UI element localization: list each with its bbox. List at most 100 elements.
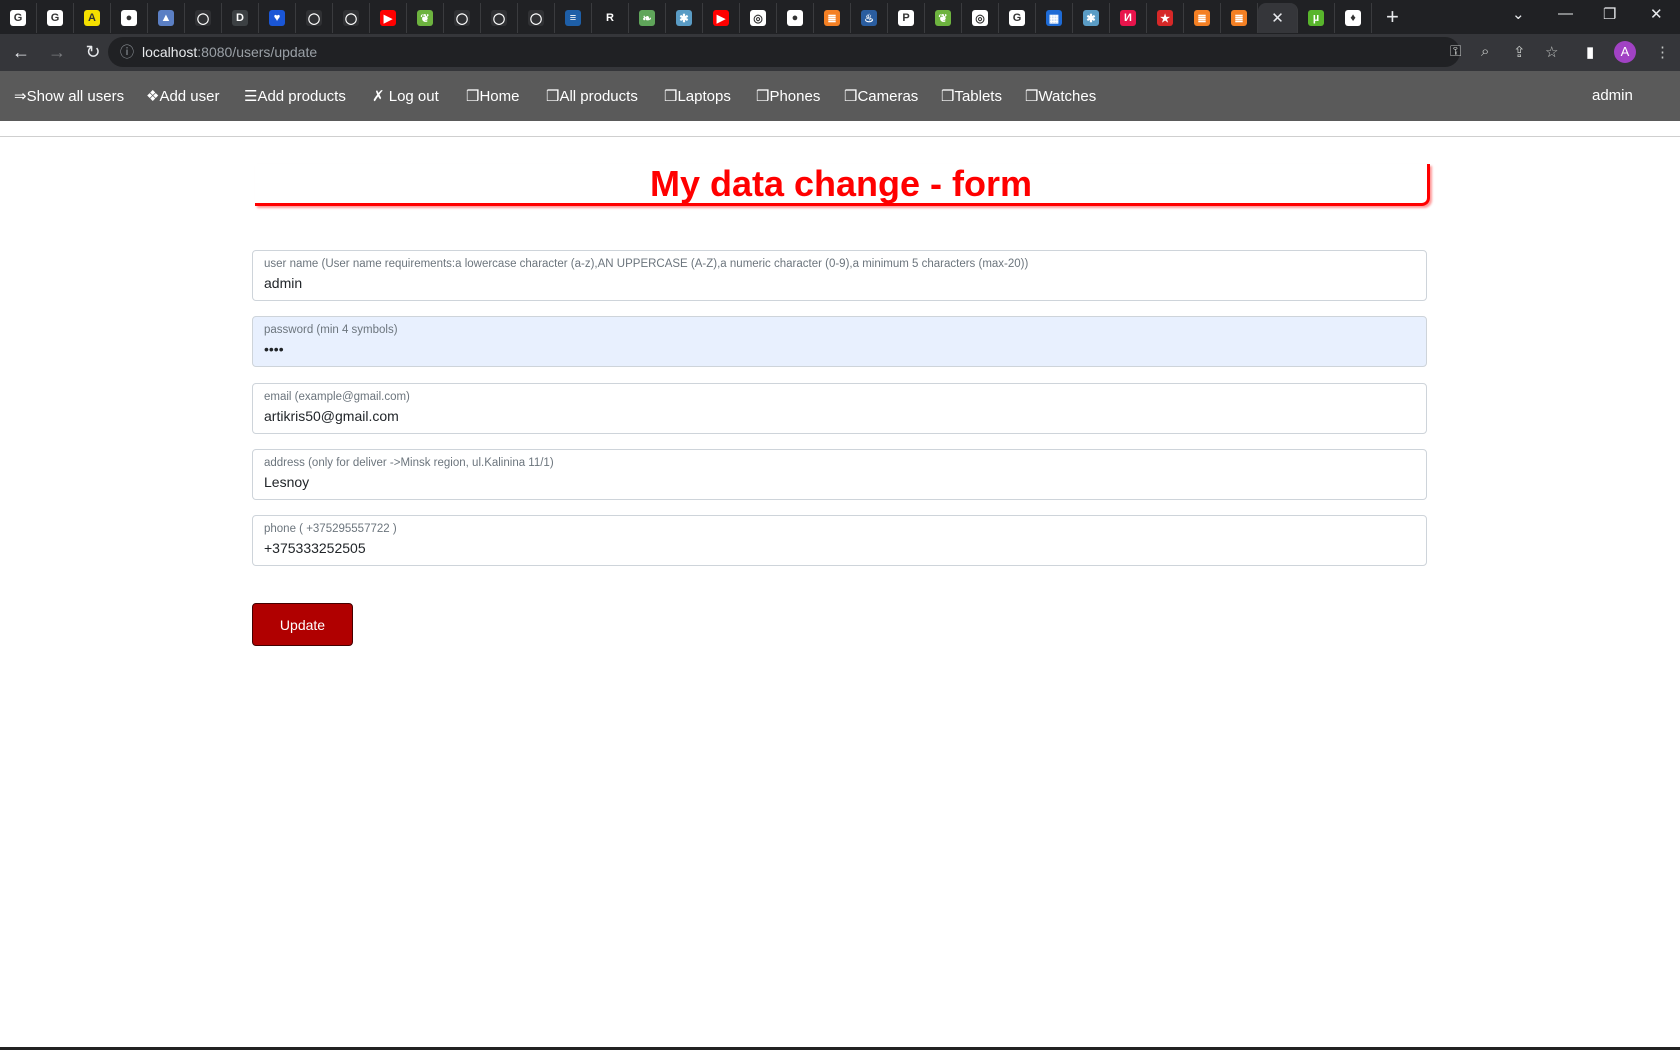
nav-phones[interactable]: ❒Phones [756, 87, 820, 105]
close-tab-icon[interactable]: ✕ [1271, 9, 1284, 27]
browser-tab[interactable]: ♥ [259, 3, 296, 33]
browser-tab[interactable]: ♨ [851, 3, 888, 33]
side-panel-icon[interactable]: ▮ [1586, 43, 1594, 61]
profile-avatar[interactable]: A [1614, 41, 1636, 63]
stackoverflow-icon: ≣ [824, 10, 840, 26]
spring-icon: ❦ [935, 10, 951, 26]
close-window-button[interactable]: ✕ [1650, 5, 1663, 23]
browser-tab[interactable]: ✱ [666, 3, 703, 33]
browser-tab[interactable]: ◎ [962, 3, 999, 33]
phone-input[interactable] [264, 540, 1415, 556]
nav-log-out[interactable]: ✗ Log out [372, 87, 439, 105]
browser-tab[interactable]: G [999, 3, 1036, 33]
tab-search-icon[interactable]: ⌄ [1512, 5, 1525, 23]
browser-tab[interactable]: R [592, 3, 629, 33]
browser-tab[interactable]: ▶ [703, 3, 740, 33]
youtube-icon: ▶ [713, 10, 729, 26]
browser-tab[interactable]: ❦ [925, 3, 962, 33]
chrome-icon: ◎ [972, 10, 988, 26]
github-icon: ◯ [454, 10, 470, 26]
menu-icon[interactable]: ⋮ [1655, 43, 1670, 61]
password-input[interactable] [264, 341, 1415, 357]
url-path: :8080/users/update [197, 44, 318, 60]
browser-tab[interactable]: ◯ [333, 3, 370, 33]
browser-tab[interactable]: ≣ [1184, 3, 1221, 33]
nav-all-products[interactable]: ❒All products [546, 87, 638, 105]
browser-tab[interactable]: ▦ [1036, 3, 1073, 33]
new-tab-button[interactable]: + [1386, 4, 1399, 30]
flame-icon: ♦ [1345, 10, 1361, 26]
browser-tab[interactable]: A [74, 3, 111, 33]
bookmark-star-icon[interactable]: ☆ [1545, 43, 1558, 61]
key-icon[interactable]: ⚿ [1450, 43, 1461, 60]
d-logo-icon: D [232, 10, 248, 26]
nav-laptops[interactable]: ❒Laptops [664, 87, 731, 105]
share-icon[interactable]: ⇪ [1513, 43, 1526, 61]
reload-button[interactable]: ↻ [78, 42, 108, 63]
heart-icon: ♥ [269, 10, 285, 26]
restore-button[interactable]: ❐ [1603, 5, 1616, 23]
nav-tablets[interactable]: ❒Tablets [941, 87, 1002, 105]
forward-button[interactable]: → [42, 42, 72, 63]
stackoverflow-icon: ≣ [1231, 10, 1247, 26]
browser-tab[interactable]: ● [111, 3, 148, 33]
nav-watches[interactable]: ❒Watches [1025, 87, 1096, 105]
nav-user-admin[interactable]: admin [1592, 87, 1633, 104]
browser-tab[interactable]: ◯ [185, 3, 222, 33]
browser-tab[interactable]: ≡ [555, 3, 592, 33]
browser-tab[interactable]: ◎ [740, 3, 777, 33]
nav-home[interactable]: ❒Home [466, 87, 519, 105]
browser-tab[interactable]: ▶ [370, 3, 407, 33]
address-input[interactable] [264, 474, 1415, 490]
docs-icon: ▲ [158, 10, 174, 26]
page-title: My data change - form [255, 164, 1430, 206]
google-icon: G [47, 10, 63, 26]
back-button[interactable]: ← [6, 42, 36, 63]
zoom-icon[interactable]: ⌕ [1481, 43, 1489, 60]
github-icon: ◯ [195, 10, 211, 26]
globe-icon: ● [787, 10, 803, 26]
stackexchange-icon: ≡ [565, 10, 581, 26]
browser-tab[interactable]: ◯ [444, 3, 481, 33]
nav-show-all-users[interactable]: ⇒Show all users [14, 87, 124, 105]
browser-tab[interactable]: ◯ [481, 3, 518, 33]
stackoverflow-icon: ≣ [1194, 10, 1210, 26]
info-icon[interactable]: ⓘ [120, 42, 134, 62]
nav-cameras[interactable]: ❒Cameras [844, 87, 918, 105]
browser-tab[interactable]: ◯ [296, 3, 333, 33]
browser-tab[interactable]: ♦ [1335, 3, 1372, 33]
nav-add-products[interactable]: ☰Add products [244, 87, 346, 105]
active-tab[interactable]: ✕ [1258, 3, 1298, 33]
browser-tab[interactable]: ★ [1147, 3, 1184, 33]
browser-tab[interactable]: G [0, 3, 37, 33]
table-icon: ▦ [1046, 10, 1062, 26]
bp-icon: P [898, 10, 914, 26]
splash-icon: ✱ [676, 10, 692, 26]
github-icon: ◯ [306, 10, 322, 26]
browser-tab[interactable]: ≣ [814, 3, 851, 33]
divider [0, 136, 1680, 137]
username-field-group: user name (User name requirements:a lowe… [252, 250, 1427, 301]
phone-label: phone ( +375295557722 ) [264, 523, 397, 535]
browser-tab[interactable]: D [222, 3, 259, 33]
nav-add-user[interactable]: ❖Add user [146, 87, 219, 105]
browser-tab[interactable]: G [37, 3, 74, 33]
browser-tab[interactable]: ● [777, 3, 814, 33]
tab-strip: G G A ● ▲ ◯ D ♥ ◯ ◯ ▶ ❦ ◯ ◯ ◯ ≡ R ❧ ✱ ▶ ◎ ● ≣ ♨ P ❦ ◎ G ▦ ✱ И ★ ≣ ≣ ✕ µ ♦ + [0, 0, 1680, 34]
update-button[interactable]: Update [252, 603, 353, 646]
browser-tab[interactable]: P [888, 3, 925, 33]
browser-tab[interactable]: ❦ [407, 3, 444, 33]
email-input[interactable] [264, 408, 1415, 424]
browser-tab[interactable]: ✱ [1073, 3, 1110, 33]
browser-tab[interactable]: ❧ [629, 3, 666, 33]
username-input[interactable] [264, 275, 1415, 291]
browser-tab[interactable]: µ [1298, 3, 1335, 33]
browser-tab[interactable]: И [1110, 3, 1147, 33]
url-input[interactable]: ⓘ localhost:8080/users/update [108, 37, 1460, 67]
browser-tab[interactable]: ▲ [148, 3, 185, 33]
browser-tab[interactable]: ≣ [1221, 3, 1258, 33]
username-label: user name (User name requirements:a lowe… [264, 258, 1029, 270]
browser-tab[interactable]: ◯ [518, 3, 555, 33]
google-icon: G [1009, 10, 1025, 26]
minimize-button[interactable]: — [1558, 5, 1573, 22]
